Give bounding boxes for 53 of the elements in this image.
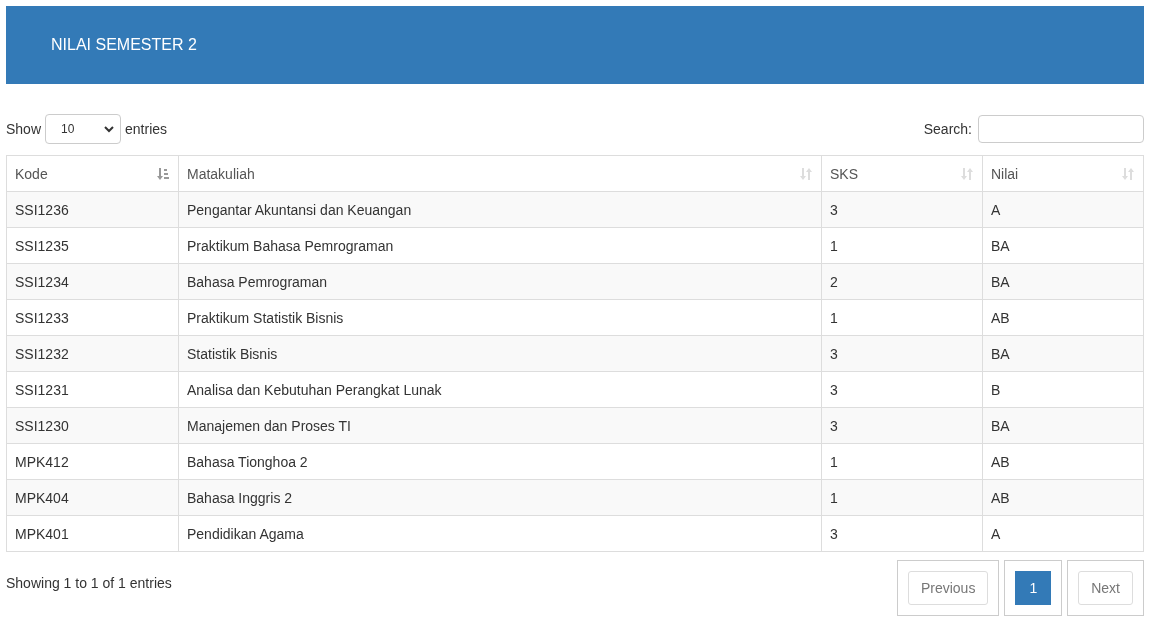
table-cell: Bahasa Inggris 2	[178, 479, 822, 516]
table-cell: AB	[982, 443, 1144, 480]
table-cell: BA	[982, 227, 1144, 264]
show-label: Show	[6, 121, 42, 137]
table-cell: SSI1231	[6, 371, 179, 408]
table-cell: 1	[821, 227, 983, 264]
search-label: Search:	[923, 121, 972, 137]
table-cell: SSI1230	[6, 407, 179, 444]
table-cell: A	[982, 515, 1144, 552]
table-cell: 3	[821, 371, 983, 408]
page-button[interactable]: 1	[1015, 571, 1052, 605]
table-cell: Praktikum Bahasa Pemrograman	[178, 227, 822, 264]
table-cell: SSI1236	[6, 191, 179, 228]
table-cell: 1	[821, 479, 983, 516]
table-info: Showing 1 to 1 of 1 entries	[6, 575, 172, 591]
table-cell: SSI1234	[6, 263, 179, 300]
table-cell: B	[982, 371, 1144, 408]
chevron-down-icon	[104, 125, 115, 133]
table-cell: 1	[821, 443, 983, 480]
table-cell: SSI1233	[6, 299, 179, 336]
table-cell: Bahasa Tionghoa 2	[178, 443, 822, 480]
table-cell: MPK412	[6, 443, 179, 480]
column-header[interactable]: Nilai	[982, 155, 1144, 192]
table-cell: MPK401	[6, 515, 179, 552]
search-field[interactable]	[978, 115, 1144, 143]
entries-select[interactable]: 10	[45, 114, 122, 144]
table-cell: Statistik Bisnis	[178, 335, 822, 372]
entries-label: entries	[125, 121, 168, 137]
table-cell: BA	[982, 407, 1144, 444]
table-cell: 3	[821, 515, 983, 552]
table-cell: SSI1235	[6, 227, 179, 264]
table-cell: Pengantar Akuntansi dan Keuangan	[178, 191, 822, 228]
table-cell: A	[982, 191, 1144, 228]
table-cell: 3	[821, 335, 983, 372]
table-cell: Praktikum Statistik Bisnis	[178, 299, 822, 336]
table-cell: Manajemen dan Proses TI	[178, 407, 822, 444]
table-cell: 2	[821, 263, 983, 300]
table-cell: Analisa dan Kebutuhan Perangkat Lunak	[178, 371, 822, 408]
panel-title: NILAI SEMESTER 2	[51, 36, 197, 54]
column-header[interactable]: SKS	[821, 155, 983, 192]
table-cell: AB	[982, 479, 1144, 516]
table-cell: 1	[821, 299, 983, 336]
table-cell: 3	[821, 407, 983, 444]
table-cell: MPK404	[6, 479, 179, 516]
column-header[interactable]: Matakuliah	[178, 155, 822, 192]
table-cell: AB	[982, 299, 1144, 336]
table-cell: Pendidikan Agama	[178, 515, 822, 552]
table-cell: SSI1232	[6, 335, 179, 372]
table-cell: BA	[982, 335, 1144, 372]
table-cell: 3	[821, 191, 983, 228]
column-header[interactable]: Kode	[6, 155, 179, 192]
table-cell: BA	[982, 263, 1144, 300]
table-cell: Bahasa Pemrograman	[178, 263, 822, 300]
